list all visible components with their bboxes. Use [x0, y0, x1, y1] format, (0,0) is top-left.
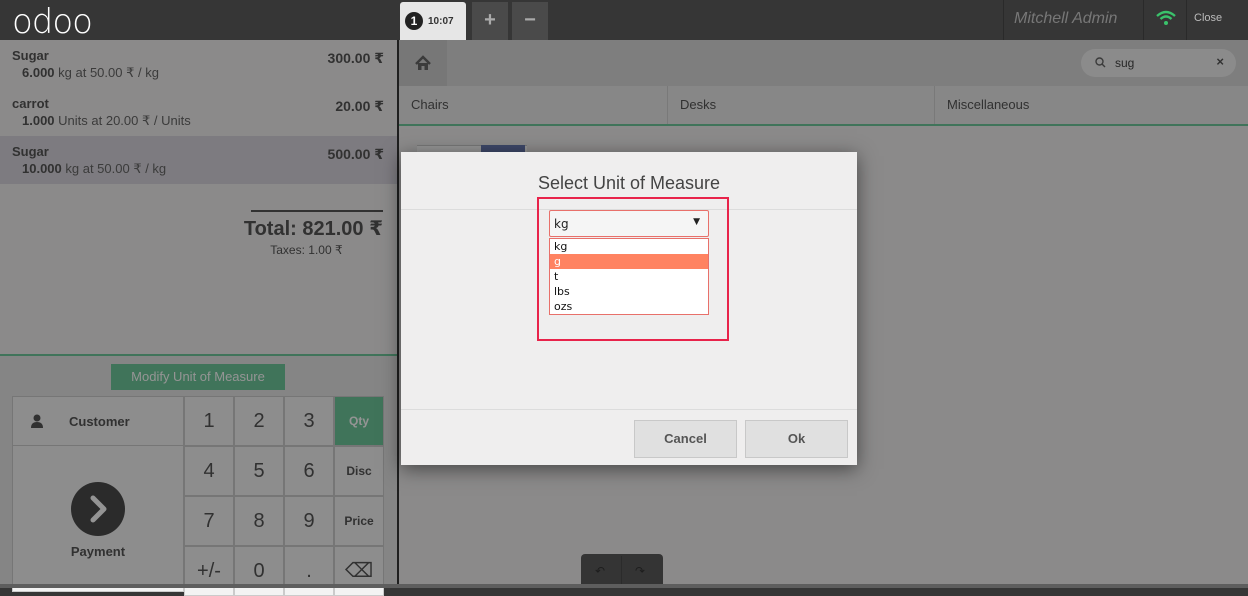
odoo-logo: odoo [12, 2, 93, 42]
top-header: odoo 1 10:07 + − Mitchell Admin Close [0, 0, 1248, 42]
dialog-footer: Cancel Ok [401, 409, 857, 465]
uom-options-list: kg g t lbs ozs [549, 238, 709, 315]
cancel-button[interactable]: Cancel [634, 420, 737, 458]
remove-order-button[interactable]: − [512, 2, 548, 40]
ok-button[interactable]: Ok [745, 420, 848, 458]
uom-option[interactable]: ozs [550, 299, 708, 314]
order-tab[interactable]: 1 10:07 [400, 2, 466, 40]
user-name: Mitchell Admin [1014, 10, 1118, 27]
order-time: 10:07 [428, 15, 454, 27]
header-divider [1143, 0, 1144, 40]
wifi-icon [1156, 10, 1176, 31]
bottom-strip [0, 584, 1248, 588]
header-divider [1003, 0, 1004, 40]
add-order-button[interactable]: + [472, 2, 508, 40]
header-divider [1186, 0, 1187, 40]
uom-option[interactable]: kg [550, 239, 708, 254]
close-button[interactable]: Close [1194, 12, 1222, 24]
uom-dialog: Select Unit of Measure kg ▼ kg g t lbs o… [401, 152, 857, 465]
uom-option-highlighted[interactable]: g [550, 254, 708, 269]
uom-option[interactable]: lbs [550, 284, 708, 299]
uom-select[interactable]: kg ▼ [549, 210, 709, 237]
order-number: 1 [405, 12, 423, 30]
uom-selected-value: kg [554, 217, 569, 231]
uom-option[interactable]: t [550, 269, 708, 284]
dropdown-arrow-icon: ▼ [693, 217, 700, 227]
